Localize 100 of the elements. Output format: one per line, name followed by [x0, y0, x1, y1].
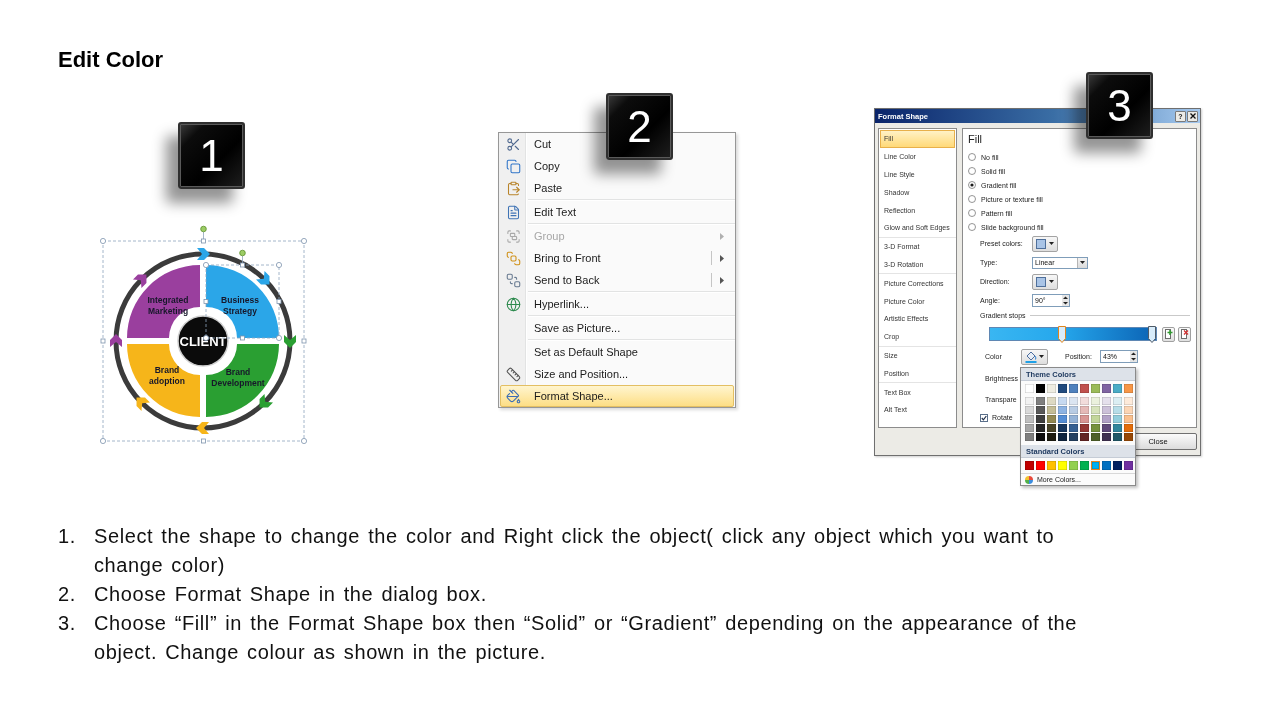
color-swatch[interactable] [1069, 384, 1078, 393]
arrow-icon [256, 271, 270, 285]
color-swatch[interactable] [1080, 406, 1089, 414]
step-text: Select the shape to change the color and Right click the object( click any object which you want to change color) [94, 524, 1056, 578]
color-swatch[interactable] [1102, 424, 1111, 432]
color-swatch[interactable] [1036, 424, 1045, 432]
color-swatch[interactable] [1102, 384, 1111, 393]
menu-item[interactable]: Edit Text [500, 201, 734, 223]
color-swatch[interactable] [1036, 461, 1045, 470]
selection-frame[interactable] [100, 225, 307, 444]
color-swatch[interactable] [1036, 415, 1045, 423]
gradient-stops-track[interactable] [989, 327, 1157, 341]
color-swatch[interactable] [1058, 397, 1067, 405]
color-swatch[interactable] [1047, 424, 1056, 432]
color-swatch[interactable] [1058, 461, 1067, 470]
color-swatch[interactable] [1025, 461, 1034, 470]
color-swatch[interactable] [1113, 397, 1122, 405]
color-swatch[interactable] [1113, 415, 1122, 423]
color-swatch[interactable] [1080, 384, 1089, 393]
color-swatch[interactable] [1058, 384, 1067, 393]
menu-item[interactable]: Paste [500, 177, 734, 199]
color-swatch[interactable] [1047, 461, 1056, 470]
color-swatch[interactable] [1058, 406, 1067, 414]
ruler-icon [506, 366, 521, 382]
remove-stop-button[interactable] [1178, 326, 1191, 342]
color-swatch[interactable] [1025, 406, 1034, 414]
menu-item[interactable]: Hyperlink... [500, 293, 734, 315]
color-swatch[interactable] [1069, 461, 1078, 470]
color-swatch[interactable] [1025, 415, 1034, 423]
color-swatch[interactable] [1091, 424, 1100, 432]
color-swatch[interactable] [1113, 424, 1122, 432]
color-swatch[interactable] [1102, 433, 1111, 441]
color-swatch[interactable] [1124, 433, 1133, 441]
step-number: 1 [178, 122, 245, 189]
color-swatch[interactable] [1058, 415, 1067, 423]
color-swatch[interactable] [1102, 406, 1111, 414]
color-swatch[interactable] [1102, 397, 1111, 405]
color-swatch[interactable] [1102, 461, 1111, 470]
color-swatch[interactable] [1058, 433, 1067, 441]
color-swatch[interactable] [1124, 384, 1133, 393]
color-swatch[interactable] [1091, 397, 1100, 405]
color-swatch[interactable] [1036, 406, 1045, 414]
color-swatch[interactable] [1047, 397, 1056, 405]
fill-color-dropdown[interactable] [1021, 348, 1048, 365]
menu-item[interactable]: Format Shape... [500, 385, 734, 407]
color-swatch[interactable] [1113, 433, 1122, 441]
color-swatch[interactable] [1113, 461, 1122, 470]
color-swatch[interactable] [1124, 406, 1133, 414]
color-swatch[interactable] [1113, 406, 1122, 414]
color-swatch[interactable] [1124, 461, 1133, 470]
paint-bucket-icon [506, 388, 521, 404]
menu-item[interactable]: Send to Back [500, 269, 734, 291]
color-swatch[interactable] [1058, 424, 1067, 432]
gradient-stop-handle[interactable] [1057, 326, 1066, 343]
color-swatch[interactable] [1091, 461, 1100, 470]
color-swatch[interactable] [1091, 433, 1100, 441]
color-swatch[interactable] [1113, 384, 1122, 393]
gradient-stop-handle[interactable] [1148, 326, 1156, 343]
color-swatch[interactable] [1124, 424, 1133, 432]
color-swatch[interactable] [1025, 384, 1034, 393]
preset-colors-dropdown[interactable] [1032, 235, 1058, 252]
menu-item[interactable]: Size and Position... [500, 363, 734, 385]
color-swatch[interactable] [1025, 397, 1034, 405]
color-swatch[interactable] [1124, 397, 1133, 405]
window-close-button[interactable] [1187, 110, 1198, 122]
color-swatch[interactable] [1080, 433, 1089, 441]
color-swatch[interactable] [1069, 424, 1078, 432]
color-swatch[interactable] [1047, 433, 1056, 441]
color-swatch[interactable] [1036, 433, 1045, 441]
color-swatch[interactable] [1069, 433, 1078, 441]
add-stop-button[interactable] [1162, 326, 1175, 342]
color-swatch[interactable] [1102, 415, 1111, 423]
color-swatch[interactable] [1069, 397, 1078, 405]
color-swatch[interactable] [1124, 415, 1133, 423]
color-swatch[interactable] [1080, 415, 1089, 423]
color-swatch[interactable] [1047, 406, 1056, 414]
color-swatch[interactable] [1047, 384, 1056, 393]
direction-dropdown[interactable] [1032, 273, 1058, 290]
menu-item[interactable]: Bring to Front [500, 247, 734, 269]
menu-item[interactable]: Set as Default Shape [500, 341, 734, 363]
color-swatch[interactable] [1069, 406, 1078, 414]
caret-icon [1049, 280, 1054, 283]
color-swatch[interactable] [1069, 415, 1078, 423]
color-swatch[interactable] [1080, 461, 1089, 470]
color-swatch[interactable] [1025, 433, 1034, 441]
swatch-icon [1036, 276, 1046, 287]
color-swatch[interactable] [1080, 397, 1089, 405]
arrow-icon [196, 422, 209, 434]
copy-icon [506, 158, 521, 174]
arrow-icon [259, 394, 273, 408]
color-swatch[interactable] [1047, 415, 1056, 423]
list-number: 3. [58, 611, 77, 636]
color-swatch[interactable] [1036, 384, 1045, 393]
color-swatch[interactable] [1025, 424, 1034, 432]
menu-item[interactable]: Save as Picture... [500, 317, 734, 339]
color-swatch[interactable] [1080, 424, 1089, 432]
color-swatch[interactable] [1036, 397, 1045, 405]
color-swatch[interactable] [1091, 406, 1100, 414]
color-swatch[interactable] [1091, 415, 1100, 423]
color-swatch[interactable] [1091, 384, 1100, 393]
